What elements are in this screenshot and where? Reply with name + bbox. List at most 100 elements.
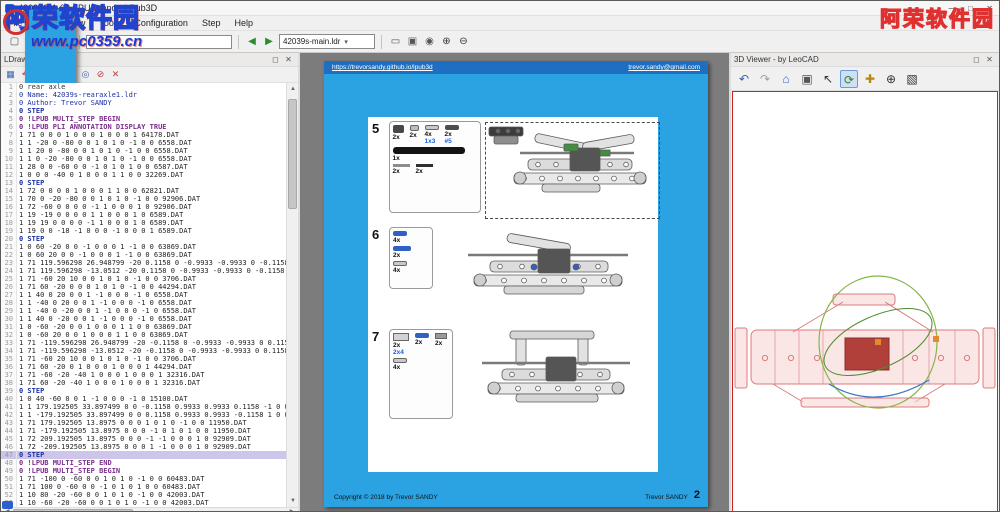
viewer-close-icon[interactable]	[983, 55, 996, 64]
assembly-image-step-6[interactable]	[438, 227, 652, 321]
editor-line[interactable]: 17 1 19 -19 0 0 0 0 1 1 0 0 0 1 0 6589.DA…	[1, 211, 286, 219]
step-5[interactable]: 5 2x 2x 4x 1x3 2x #5 1x 2x 2x	[372, 121, 654, 219]
editor-line[interactable]: 10 1 1 0 -20 -80 0 0 1 0 1 0 -1 0 0 6558.…	[1, 155, 286, 163]
actual-size-icon[interactable]: ◉	[422, 34, 437, 49]
pli-part[interactable]: 2x 2x4	[392, 333, 409, 356]
editor-line[interactable]: 60 !LPUB PLI ANNOTATION DISPLAY TRUE	[1, 123, 286, 131]
editor-line[interactable]: 43 1 71 179.192505 13.8975 0 0 0 1 0 1 0 …	[1, 419, 286, 427]
editor-line[interactable]: 27 1 1 40 0 20 0 0 1 -1 0 0 0 -1 0 6558.D…	[1, 291, 286, 299]
editor-line[interactable]: 25 1 71 -60 20 10 0 0 1 0 1 0 -1 0 0 3706…	[1, 275, 286, 283]
editor-line[interactable]: 30 Author: Trevor SANDY	[1, 99, 286, 107]
editor-line[interactable]: 21 1 0 60 -20 0 0 -1 0 0 0 1 -1 0 0 63869…	[1, 243, 286, 251]
delete-icon[interactable]: ✕	[109, 68, 122, 81]
editor-line[interactable]: 44 1 71 -179.192505 13.8975 0 0 0 -1 0 1 …	[1, 427, 286, 435]
editor-line[interactable]: 35 1 71 -60 20 10 0 0 1 0 1 0 -1 0 0 3706…	[1, 355, 286, 363]
editor-line[interactable]: 29 1 1 -40 0 -20 0 0 1 -1 0 0 0 -1 0 6558…	[1, 307, 286, 315]
editor-line[interactable]: 71 71 0 0 0 1 0 0 0 1 0 0 0 1 64178.DAT	[1, 131, 286, 139]
pli-part[interactable]: 2x	[409, 125, 419, 145]
editor-line[interactable]: 23 1 71 119.596298 26.948799 -20 0.1158 0…	[1, 259, 286, 267]
editor-line[interactable]: 50 1 71 -100 0 -60 0 0 1 0 1 0 -1 0 0 604…	[1, 475, 286, 483]
editor-line[interactable]: 46 1 72 -209.192505 13.8975 0 0 0 1 -1 0 …	[1, 443, 286, 451]
editor-line[interactable]: 81 1 -20 0 -80 0 0 1 0 1 0 -1 0 0 6558.D…	[1, 139, 286, 147]
minimize-button[interactable]	[942, 2, 961, 15]
scrollbar-thumb[interactable]	[288, 99, 297, 209]
scroll-left-icon[interactable]: ◀	[1, 508, 13, 511]
save-icon[interactable]: ▦	[4, 68, 17, 81]
editor-line[interactable]: 30 1 1 40 0 -20 0 0 1 -1 0 0 0 -1 0 6558.…	[1, 315, 286, 323]
pli-part[interactable]: 4x	[392, 231, 407, 244]
editor-line[interactable]: 14 1 72 0 0 0 0 1 0 0 0 1 1 0 0 62821.DAT	[1, 187, 286, 195]
step-6[interactable]: 6 4x 2x 4x	[372, 227, 654, 321]
editor-line[interactable]: 48 0 !LPUB MULTI_STEP END	[1, 459, 286, 467]
editor-line[interactable]: 52 1 10 80 -20 -60 0 0 1 0 1 0 -1 0 0 420…	[1, 491, 286, 499]
menu-step[interactable]: Step	[195, 17, 228, 29]
pli-part[interactable]: 2x	[392, 125, 404, 145]
editor-line[interactable]: 34 1 71 -119.596298 -13.0512 -20 -0.1158 …	[1, 347, 286, 355]
maximize-button[interactable]	[961, 2, 980, 15]
assembly-image-step-7[interactable]	[458, 329, 654, 427]
pli-part[interactable]: 4x	[392, 261, 407, 274]
viewer-viewport[interactable]	[731, 91, 998, 511]
editor-line[interactable]: 19 1 19 0 0 -18 -1 0 0 0 -1 0 0 0 1 6589.…	[1, 227, 286, 235]
scroll-right-icon[interactable]: ▶	[286, 508, 298, 511]
command-input[interactable]	[86, 34, 232, 49]
menu-help[interactable]: Help	[227, 17, 260, 29]
zoom-in-icon[interactable]: ⊕	[439, 34, 454, 49]
pli-part[interactable]: 2x	[392, 164, 410, 175]
page-header-url[interactable]: https://trevorsandy.github.io/lpub3d	[332, 64, 433, 71]
editor-line[interactable]: 49 0 !LPUB MULTI_STEP BEGIN	[1, 467, 286, 475]
zoom-out-icon[interactable]: ⊖	[456, 34, 471, 49]
editor-line[interactable]: 50 !LPUB MULTI_STEP BEGIN	[1, 115, 286, 123]
editor-line[interactable]: 45 1 72 209.192505 13.8975 0 0 0 -1 -1 0 …	[1, 435, 286, 443]
submodel-combo[interactable]: 42039s-main.ldr	[279, 34, 375, 49]
comment-off-icon[interactable]: ⊘	[94, 68, 107, 81]
editor-line[interactable]: 51 1 71 100 0 -60 0 0 -1 0 1 0 1 0 0 6048…	[1, 483, 286, 491]
editor-area[interactable]: 10 rear axle 2 0 Name: 42039s-rearaxle1.ld…	[1, 83, 298, 507]
editor-line[interactable]: 47 0 STEP	[1, 451, 286, 459]
forward-icon[interactable]: ↷	[756, 70, 774, 88]
editor-line[interactable]: 11 1 28 0 0 -60 0 0 -1 0 1 0 1 0 0 6587.D…	[1, 163, 286, 171]
editor-line[interactable]: 13 0 STEP	[1, 179, 286, 187]
pli-part[interactable]: 2x	[415, 164, 433, 175]
editor-line[interactable]: 36 1 71 60 -20 0 1 0 0 0 1 0 0 0 1 44294.…	[1, 363, 286, 371]
pli-part[interactable]: 4x 1x3	[424, 125, 439, 145]
camera-icon[interactable]: ▣	[798, 70, 816, 88]
parts-list-step-6[interactable]: 4x 2x 4x	[388, 227, 433, 289]
zoom-icon[interactable]: ⊕	[882, 70, 900, 88]
editor-line[interactable]: 38 1 71 60 -20 -40 1 0 0 0 1 0 0 0 1 3231…	[1, 379, 286, 387]
parts-list-step-5[interactable]: 2x 2x 4x 1x3 2x #5 1x 2x 2x	[388, 121, 481, 213]
editor-line[interactable]: 26 1 71 60 -20 0 0 0 1 0 1 0 -1 0 0 44294…	[1, 283, 286, 291]
pli-part[interactable]: 1x	[392, 147, 477, 162]
next-page-icon[interactable]: ▶	[262, 34, 276, 49]
editor-line[interactable]: 40 STEP	[1, 107, 286, 115]
zoom-region-icon[interactable]: ▧	[903, 70, 921, 88]
fit-page-icon[interactable]: ▣	[405, 34, 420, 49]
editor-line[interactable]: 32 1 0 -60 20 0 0 1 0 0 0 1 1 0 0 63869.D…	[1, 331, 286, 339]
parts-list-step-7[interactable]: 2x 2x4 2x 2x 4x	[388, 329, 453, 419]
pli-part[interactable]: 2x	[434, 333, 447, 356]
editor-horizontal-scrollbar[interactable]: ◀ ▶	[1, 507, 298, 511]
editor-line[interactable]: 20 Name: 42039s-rearaxle1.ldr	[1, 91, 286, 99]
close-button[interactable]	[980, 2, 999, 15]
pli-part[interactable]: 2x #5	[444, 125, 459, 145]
editor-line[interactable]: 20 0 STEP	[1, 235, 286, 243]
editor-line[interactable]: 37 1 71 -60 -20 -40 1 0 0 0 1 0 0 0 1 323…	[1, 371, 286, 379]
viewer-float-icon[interactable]	[970, 55, 983, 64]
editor-line[interactable]: 10 rear axle	[1, 83, 286, 91]
scroll-down-icon[interactable]: ▼	[287, 495, 298, 507]
editor-line[interactable]: 22 1 0 60 20 0 0 -1 0 0 0 1 -1 0 0 63869.…	[1, 251, 286, 259]
editor-line[interactable]: 12 1 0 0 0 -40 0 1 0 0 0 1 1 0 0 32269.DA…	[1, 171, 286, 179]
menu-configuration[interactable]: Configuration	[127, 17, 195, 29]
editor-close-icon[interactable]	[282, 55, 295, 64]
find-icon[interactable]: ◎	[79, 68, 92, 81]
pli-part[interactable]: 2x	[414, 333, 429, 356]
editor-line[interactable]: 33 1 71 -119.596298 26.948799 -20 -0.1158…	[1, 339, 286, 347]
select-icon[interactable]: ↖	[819, 70, 837, 88]
editor-line[interactable]: 53 1 10 -60 -20 -60 0 0 1 0 1 0 -1 0 0 42…	[1, 499, 286, 507]
editor-line[interactable]: 39 0 STEP	[1, 387, 286, 395]
editor-vertical-scrollbar[interactable]: ▲ ▼	[286, 83, 298, 507]
back-icon[interactable]: ↶	[735, 70, 753, 88]
pli-part[interactable]: 4x	[392, 358, 407, 371]
fit-width-icon[interactable]: ▭	[388, 34, 403, 49]
editor-line[interactable]: 16 1 72 -60 0 0 0 0 -1 1 0 0 0 1 0 92906.…	[1, 203, 286, 211]
